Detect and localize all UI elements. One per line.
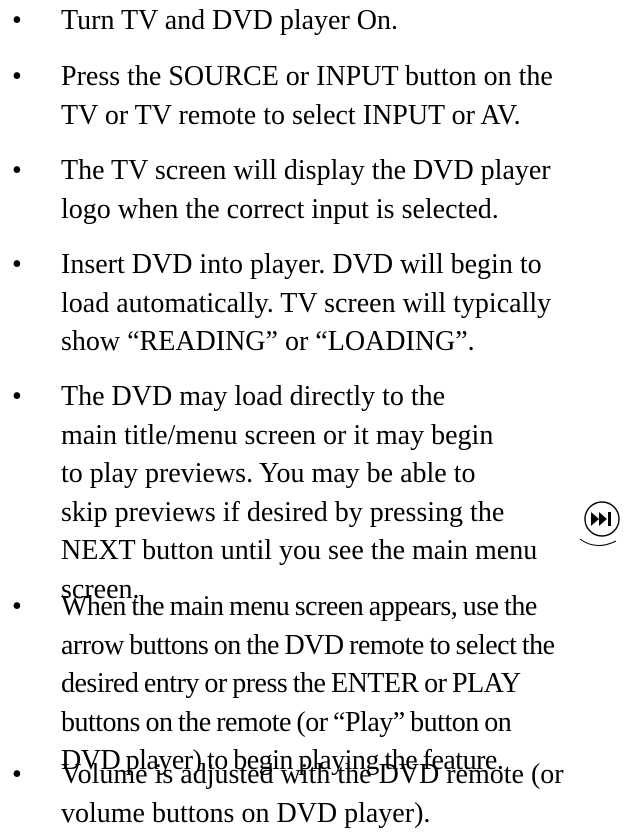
text-line: Turn TV and DVD player On. — [61, 2, 629, 41]
list-item-text: Volume is adjusted with the DVD remote (… — [61, 756, 629, 833]
next-skip-icon — [570, 495, 626, 551]
text-line: The DVD may load directly to the — [61, 378, 629, 417]
text-line: main title/menu screen or it may begin — [61, 417, 629, 456]
text-line: arrow buttons on the DVD remote to selec… — [61, 627, 629, 666]
text-line: When the main menu screen appears, use t… — [61, 588, 629, 627]
list-item-text: The DVD may load directly to the main ti… — [61, 378, 629, 609]
text-line: Press the SOURCE or INPUT button on the — [61, 58, 629, 97]
bullet: • — [12, 2, 22, 41]
list-item-text: Insert DVD into player. DVD will begin t… — [61, 246, 629, 362]
bullet: • — [12, 756, 22, 795]
text-line: show “READING” or “LOADING”. — [61, 323, 629, 362]
bullet: • — [12, 378, 22, 417]
text-line: Volume is adjusted with the DVD remote (… — [61, 756, 629, 795]
text-line: to play previews. You may be able to — [61, 455, 629, 494]
list-item-text: Press the SOURCE or INPUT button on the … — [61, 58, 629, 135]
text-line: buttons on the remote (or “Play” button … — [61, 704, 629, 743]
instruction-page: • Turn TV and DVD player On. • Press the… — [0, 0, 636, 832]
bullet: • — [12, 588, 22, 627]
text-line: load automatically. TV screen will typic… — [61, 285, 629, 324]
text-line: desired entry or press the ENTER or PLAY — [61, 665, 629, 704]
list-item-text: When the main menu screen appears, use t… — [61, 588, 629, 781]
text-line: logo when the correct input is selected. — [61, 191, 629, 230]
bullet: • — [12, 152, 22, 191]
bullet: • — [12, 246, 22, 285]
list-item-text: Turn TV and DVD player On. — [61, 2, 629, 41]
bullet: • — [12, 58, 22, 97]
text-line: skip previews if desired by pressing the — [61, 494, 629, 533]
text-line: The TV screen will display the DVD playe… — [61, 152, 629, 191]
list-item-text: The TV screen will display the DVD playe… — [61, 152, 629, 229]
text-line: Insert DVD into player. DVD will begin t… — [61, 246, 629, 285]
text-line: TV or TV remote to select INPUT or AV. — [61, 97, 629, 136]
text-line: NEXT button until you see the main menu — [61, 532, 629, 571]
text-line: volume buttons on DVD player). — [61, 795, 629, 833]
